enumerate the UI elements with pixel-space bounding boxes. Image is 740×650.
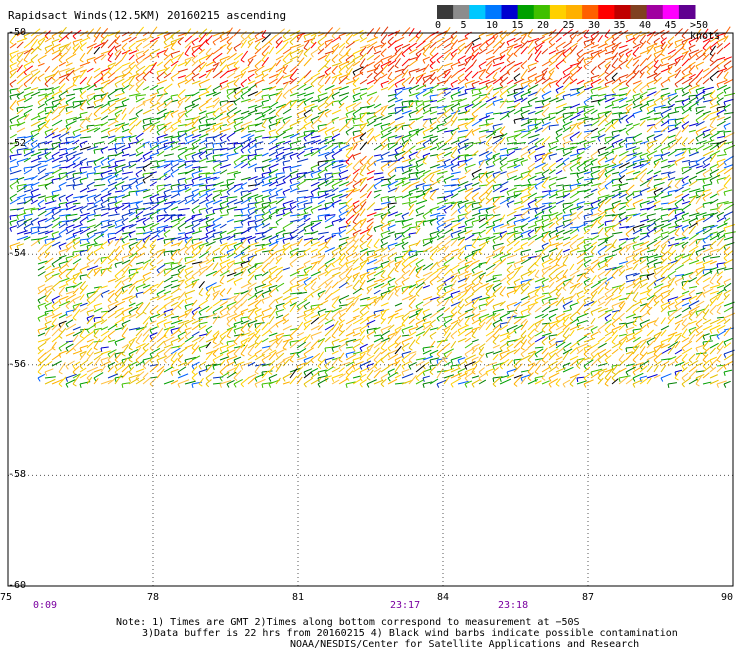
colorbar-swatch — [549, 5, 567, 19]
colorbar-label: 10 — [486, 20, 499, 31]
x-tick-label: 75 — [0, 592, 13, 603]
wind-map — [7, 5, 736, 587]
y-tick-label: -60 — [8, 580, 27, 591]
colorbar-swatch — [598, 5, 615, 19]
colorbar-label: 35 — [613, 20, 626, 31]
x-tick-label: 84 — [437, 592, 450, 603]
time-label-2: 23:18 — [498, 600, 529, 611]
colorbar-swatch — [678, 5, 696, 19]
note-line-2: 3)Data buffer is 22 hrs from 20160215 4)… — [142, 628, 678, 639]
x-tick-label: 78 — [147, 592, 160, 603]
colorbar-label: 25 — [562, 20, 575, 31]
colorbar-swatch — [517, 5, 535, 19]
colorbar-swatch — [533, 5, 551, 19]
colorbar-swatch — [501, 5, 519, 19]
colorbar-swatch — [630, 5, 648, 19]
colorbar-swatch — [582, 5, 599, 19]
colorbar-swatch — [646, 5, 664, 19]
y-tick-label: -54 — [8, 248, 27, 260]
x-tick-label: 87 — [582, 592, 595, 603]
colorbar-label: >50 knots — [690, 20, 721, 42]
colorbar-swatch — [485, 5, 502, 19]
colorbar-swatch — [662, 5, 680, 19]
y-tick-label: -58 — [8, 469, 27, 481]
note-line-1: Note: 1) Times are GMT 2)Times along bot… — [116, 617, 580, 628]
colorbar-label: 20 — [537, 20, 550, 31]
colorbar-label: 40 — [639, 20, 652, 31]
time-label-1: 23:17 — [390, 600, 421, 611]
time-label-0: 0:09 — [33, 600, 58, 611]
x-tick-label: 90 — [721, 592, 734, 603]
wind-barbs-layer — [9, 26, 736, 389]
y-tick-label: -52 — [8, 137, 27, 149]
colorbar-label: 0 — [435, 20, 442, 31]
colorbar-swatch — [566, 5, 583, 19]
note-line-3: NOAA/NESDIS/Center for Satellite Applica… — [290, 639, 640, 650]
y-tick-label: -50 — [8, 27, 27, 38]
colorbar — [437, 5, 696, 19]
colorbar-swatch — [469, 5, 486, 19]
page-title: Rapidsact Winds(12.5KM) 20160215 ascendi… — [8, 9, 287, 22]
colorbar-swatch — [437, 5, 454, 19]
y-tick-label: -56 — [8, 358, 27, 370]
colorbar-swatch — [614, 5, 631, 19]
x-tick-label: 81 — [292, 592, 305, 603]
colorbar-label: 15 — [511, 20, 524, 31]
colorbar-label: 45 — [664, 20, 677, 31]
colorbar-swatch — [453, 5, 470, 19]
colorbar-label: 30 — [588, 20, 601, 31]
colorbar-label: 5 — [460, 20, 467, 31]
